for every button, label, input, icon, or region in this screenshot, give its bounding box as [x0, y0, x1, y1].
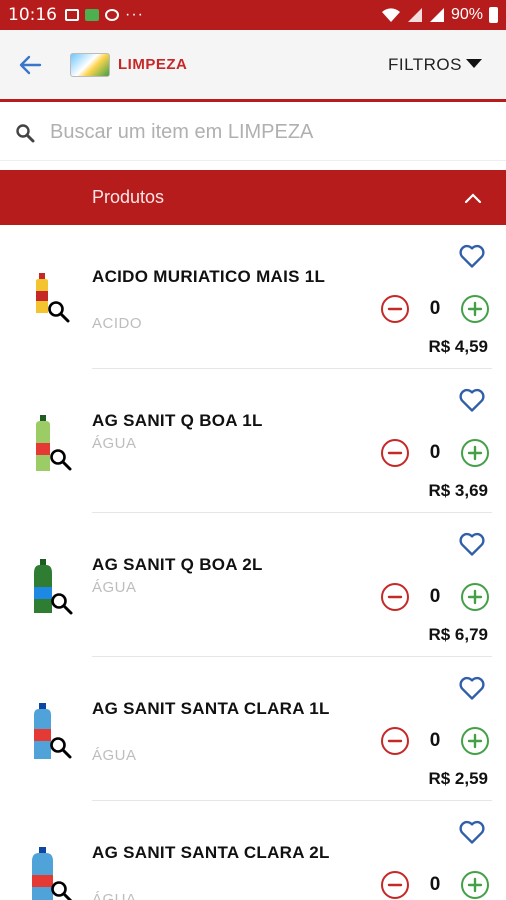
notification-icons	[65, 9, 119, 21]
product-price: R$ 6,79	[428, 625, 488, 644]
product-image[interactable]	[22, 845, 74, 900]
minus-button[interactable]	[380, 726, 410, 756]
caret-down-icon	[466, 59, 482, 68]
filters-label: FILTROS	[387, 54, 462, 74]
product-price: R$ 4,59	[428, 337, 488, 356]
minus-button[interactable]	[380, 294, 410, 324]
product-category: ÁGUA	[92, 435, 137, 452]
product-name: AG SANIT SANTA CLARA 2L	[92, 843, 330, 862]
filters-button[interactable]: FILTROS	[388, 55, 482, 75]
app-icon	[85, 9, 99, 21]
product-name: AG SANIT SANTA CLARA 1L	[92, 699, 330, 718]
quantity-stepper: 0	[380, 437, 490, 469]
minus-button[interactable]	[380, 582, 410, 612]
heart-icon[interactable]	[458, 531, 486, 557]
plus-button[interactable]	[460, 582, 490, 612]
category-logo	[70, 52, 110, 77]
minus-button[interactable]	[380, 438, 410, 468]
plus-button[interactable]	[460, 438, 490, 468]
wifi-icon	[381, 8, 400, 22]
status-bar: 10:16 ··· 90%	[0, 0, 506, 30]
product-item[interactable]: AG SANIT Q BOA 1L ÁGUA 0 R$ 3,69	[0, 369, 506, 513]
product-item[interactable]: AG SANIT SANTA CLARA 2L ÁGUA 0	[0, 801, 506, 900]
section-header-products[interactable]: Produtos	[0, 170, 506, 225]
chevron-up-icon	[464, 192, 482, 203]
battery-percent: 90%	[450, 6, 483, 23]
quantity-value: 0	[429, 298, 441, 319]
product-name: ACIDO MURIATICO MAIS 1L	[92, 267, 326, 286]
search-icon	[0, 123, 50, 143]
product-category: ÁGUA	[92, 747, 137, 764]
quantity-value: 0	[429, 730, 441, 751]
product-category: ÁGUA	[92, 579, 137, 596]
product-image[interactable]	[22, 269, 74, 333]
product-item[interactable]: AG SANIT Q BOA 2L ÁGUA 0 R$ 6,79	[0, 513, 506, 657]
back-button[interactable]	[0, 29, 60, 101]
heart-icon[interactable]	[458, 387, 486, 413]
product-name: AG SANIT Q BOA 1L	[92, 411, 263, 430]
product-image[interactable]	[22, 701, 74, 765]
minus-button[interactable]	[380, 870, 410, 900]
quantity-value: 0	[429, 586, 441, 607]
arrow-left-icon	[19, 55, 42, 74]
product-image[interactable]	[22, 413, 74, 477]
product-price: R$ 3,69	[428, 481, 488, 500]
product-category: ÁGUA	[92, 891, 137, 900]
product-list: ACIDO MURIATICO MAIS 1L ACIDO 0 R$ 4,59	[0, 225, 506, 900]
image-icon	[65, 9, 79, 21]
quantity-stepper: 0	[380, 869, 490, 900]
app-header: LIMPEZA FILTROS	[0, 30, 506, 102]
product-image[interactable]	[22, 557, 74, 621]
product-category: ACIDO	[92, 315, 143, 332]
status-right: 90%	[381, 6, 498, 24]
page-title: LIMPEZA	[118, 56, 188, 73]
product-item[interactable]: AG SANIT SANTA CLARA 1L ÁGUA 0 R$ 2,59	[0, 657, 506, 801]
plus-button[interactable]	[460, 870, 490, 900]
quantity-value: 0	[429, 874, 441, 895]
more-notifications-icon: ···	[125, 6, 144, 23]
heart-icon[interactable]	[458, 819, 486, 845]
search-input[interactable]	[50, 121, 470, 144]
search-bar	[0, 105, 506, 161]
signal-icon	[407, 8, 422, 22]
signal-icon-2	[429, 8, 444, 22]
product-name: AG SANIT Q BOA 2L	[92, 555, 263, 574]
plus-button[interactable]	[460, 726, 490, 756]
quantity-stepper: 0	[380, 293, 490, 325]
quantity-stepper: 0	[380, 581, 490, 613]
product-price: R$ 2,59	[428, 769, 488, 788]
heart-icon[interactable]	[458, 243, 486, 269]
status-time: 10:16	[8, 5, 57, 25]
dnd-icon	[105, 9, 119, 21]
heart-icon[interactable]	[458, 675, 486, 701]
quantity-value: 0	[429, 442, 441, 463]
quantity-stepper: 0	[380, 725, 490, 757]
plus-button[interactable]	[460, 294, 490, 324]
product-item[interactable]: ACIDO MURIATICO MAIS 1L ACIDO 0 R$ 4,59	[0, 225, 506, 369]
section-title: Produtos	[92, 187, 165, 207]
battery-icon	[489, 7, 498, 23]
